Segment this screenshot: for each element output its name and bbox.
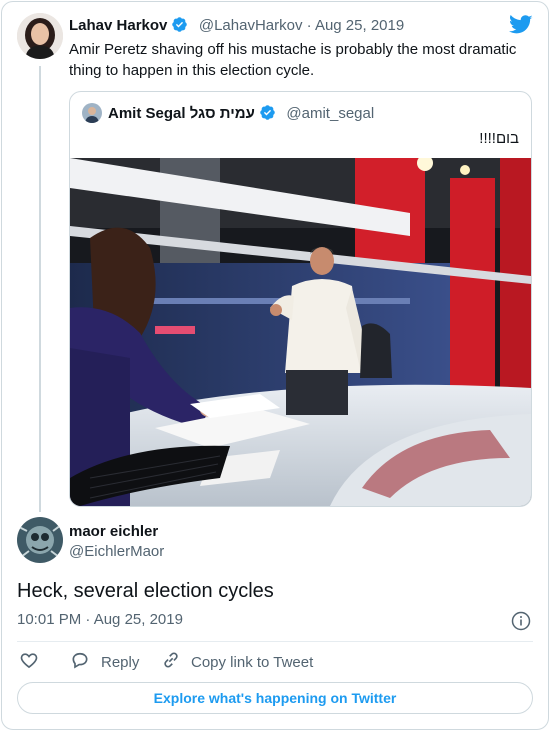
twitter-logo-icon[interactable] — [509, 15, 533, 35]
reply-label: Reply — [101, 653, 140, 671]
reply-tweet-text: Heck, several election cycles — [17, 580, 274, 602]
divider — [17, 641, 533, 642]
reply-action[interactable]: Reply — [70, 652, 139, 672]
heart-icon — [19, 650, 39, 674]
verified-badge-icon — [171, 16, 188, 38]
amit-avatar[interactable] — [82, 103, 102, 123]
lahav-avatar[interactable] — [17, 13, 63, 59]
quoted-tweet[interactable]: Amit Segal עמית סגל @amit_segal בום!!!! — [69, 91, 532, 507]
like-action[interactable] — [19, 652, 39, 672]
author-name[interactable]: Lahav Harkov — [69, 17, 167, 34]
tv-studio-photo[interactable] — [70, 155, 531, 506]
author-handle-date[interactable]: @LahavHarkov · Aug 25, 2019 — [199, 17, 404, 34]
reply-author-handle[interactable]: @EichlerMaor — [69, 543, 164, 560]
main-tweet-text: Amir Peretz shaving off his mustache is … — [69, 41, 517, 79]
explore-twitter-button[interactable]: Explore what's happening on Twitter — [17, 682, 533, 714]
reply-timestamp[interactable]: 10:01 PM · Aug 25, 2019 — [17, 611, 183, 628]
reply-bubble-icon — [70, 650, 90, 674]
verified-badge-icon — [259, 104, 276, 126]
copy-link-label: Copy link to Tweet — [191, 653, 314, 671]
quoted-author-name[interactable]: Amit Segal עמית סגל — [108, 105, 255, 122]
main-tweet-header: Lahav Harkov @LahavHarkov · Aug 25, 2019 — [69, 16, 404, 36]
thread-connector-line — [39, 66, 41, 512]
quoted-tweet-header: Amit Segal עמית סגל @amit_segal — [108, 104, 374, 126]
copy-link-action[interactable]: Copy link to Tweet — [161, 652, 313, 672]
quoted-author-handle[interactable]: @amit_segal — [286, 105, 374, 122]
maor-avatar[interactable] — [17, 517, 63, 563]
info-icon[interactable] — [511, 611, 531, 631]
link-icon — [161, 650, 181, 674]
reply-author-name[interactable]: maor eichler — [69, 523, 158, 540]
quoted-tweet-text: בום!!!! — [479, 130, 519, 147]
